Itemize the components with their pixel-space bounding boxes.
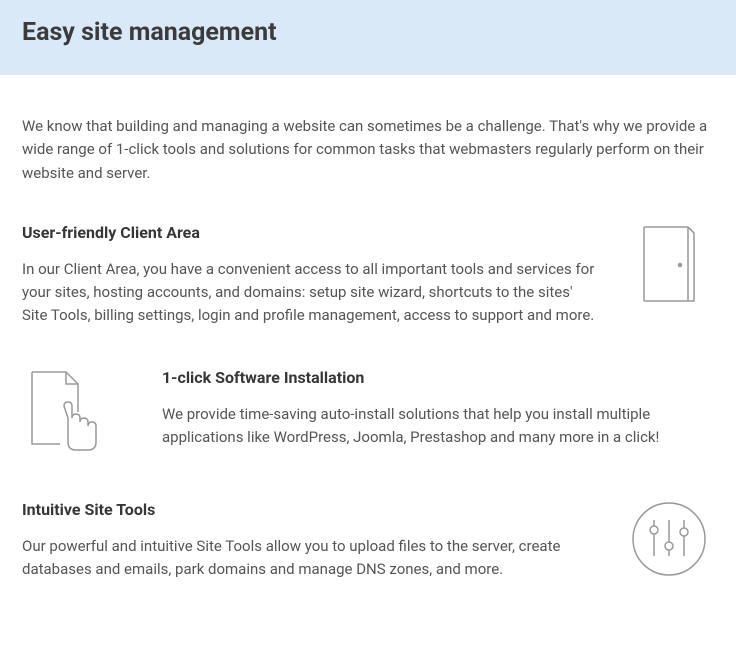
feature-title: 1-click Software Installation bbox=[162, 368, 714, 387]
feature-title: Intuitive Site Tools bbox=[22, 500, 596, 519]
sliders-icon bbox=[624, 500, 714, 578]
feature-title: User-friendly Client Area bbox=[22, 223, 596, 242]
content-area: We know that building and managing a web… bbox=[0, 75, 736, 603]
door-icon bbox=[624, 223, 714, 305]
feature-body: Our powerful and intuitive Site Tools al… bbox=[22, 535, 596, 582]
feature-body: We provide time-saving auto-install solu… bbox=[162, 403, 714, 450]
header-banner: Easy site management bbox=[0, 0, 736, 75]
feature-client-area: User-friendly Client Area In our Client … bbox=[22, 223, 714, 328]
feature-body: In our Client Area, you have a convenien… bbox=[22, 258, 596, 328]
intro-paragraph: We know that building and managing a web… bbox=[22, 115, 714, 185]
page-title: Easy site management bbox=[22, 18, 714, 47]
feature-site-tools: Intuitive Site Tools Our powerful and in… bbox=[22, 500, 714, 582]
feature-software-install: 1-click Software Installation We provide… bbox=[22, 368, 714, 460]
file-click-icon bbox=[22, 368, 142, 460]
